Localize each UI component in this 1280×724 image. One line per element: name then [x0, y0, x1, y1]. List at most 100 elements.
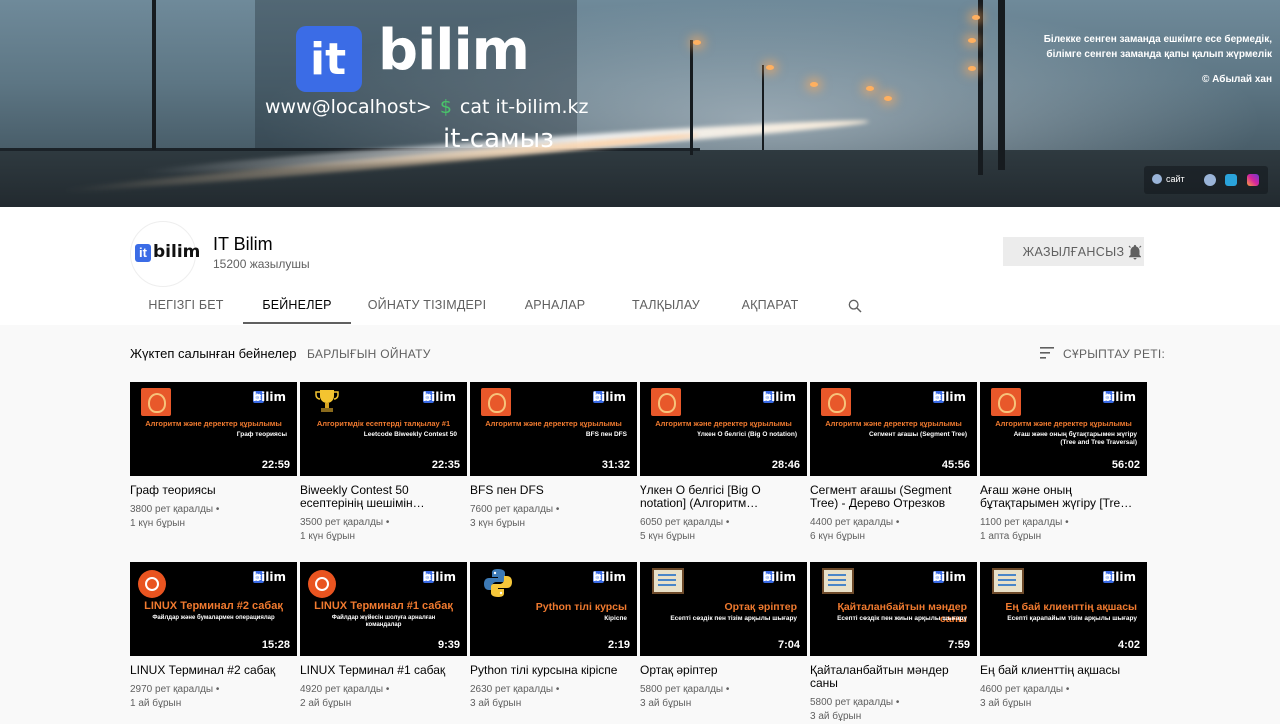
video-title[interactable]: Қайталанбайтын мәндер саны — [810, 664, 977, 690]
video-card[interactable]: it bilim Ортақ әріптер Есепті сөздік пен … — [640, 562, 807, 711]
instagram-icon[interactable] — [1247, 174, 1259, 186]
video-duration: 22:59 — [258, 458, 293, 472]
video-thumbnail[interactable]: it bilim Алгоритм және деректер құрылымы … — [130, 382, 297, 476]
sort-button[interactable]: СҰРЫПТАУ РЕТІ: — [1063, 347, 1165, 361]
tab-channels[interactable]: АРНАЛАР — [506, 290, 604, 324]
video-meta: 5800 рет қаралды • 3 ай бұрын — [810, 697, 900, 722]
whiteboard-icon — [652, 568, 684, 594]
globe-icon — [1152, 174, 1162, 184]
subscriber-count: 15200 жазылушы — [213, 257, 310, 271]
whiteboard-icon — [822, 568, 854, 594]
video-card[interactable]: it bilim LINUX Терминал #1 сабақ Файлдар … — [300, 562, 467, 711]
whiteboard-icon — [992, 568, 1024, 594]
video-thumbnail[interactable]: it bilim Алгоритм және деректер құрылымы … — [980, 382, 1147, 476]
video-duration: 45:56 — [938, 458, 973, 472]
play-all-button[interactable]: БАРЛЫҒЫН ОЙНАТУ — [307, 347, 431, 361]
video-duration: 9:39 — [434, 638, 463, 652]
brain-icon — [141, 388, 171, 416]
video-duration: 7:04 — [774, 638, 803, 652]
channel-name: IT Bilim — [213, 234, 273, 254]
video-title[interactable]: Python тілі курсына кіріспе — [470, 664, 637, 677]
tab-playlists[interactable]: ОЙНАТУ ТІЗІМДЕРІ — [360, 290, 494, 324]
banner-logo-icon: it — [296, 26, 362, 92]
video-meta: 5800 рет қаралды • 3 ай бұрын — [640, 684, 730, 709]
brain-icon — [481, 388, 511, 416]
video-thumbnail[interactable]: it bilim Алгоритм және деректер құрылымы … — [810, 382, 977, 476]
video-meta: 3800 рет қаралды • 1 күн бұрын — [130, 504, 220, 529]
trophy-icon — [315, 390, 339, 412]
banner-slogan: it-самыз — [443, 124, 554, 154]
tab-discussion[interactable]: ТАЛҚЫЛАУ — [617, 290, 715, 324]
video-card[interactable]: it bilim Алгоритм және деректер құрылымы … — [640, 382, 807, 544]
python-icon — [484, 569, 512, 597]
tab-home[interactable]: НЕГІЗГІ БЕТ — [130, 290, 242, 324]
bell-icon[interactable] — [1126, 243, 1144, 261]
video-thumbnail[interactable]: it bilim Ең бай клиенттің ақшасы Есепті қ… — [980, 562, 1147, 656]
video-meta: 7600 рет қаралды • 3 күн бұрын — [470, 504, 560, 529]
video-card[interactable]: it bilim Қайталанбайтын мәндер саны Есепт… — [810, 562, 977, 724]
video-title[interactable]: LINUX Терминал #1 сабақ — [300, 664, 467, 677]
video-meta: 4920 рет қаралды • 2 ай бұрын — [300, 684, 390, 709]
video-thumbnail[interactable]: it bilim LINUX Терминал #2 сабақ Файлдар … — [130, 562, 297, 656]
video-meta: 2630 рет қаралды • 3 ай бұрын — [470, 684, 560, 709]
subscribed-button[interactable]: ЖАЗЫЛҒАНСЫЗ — [1003, 237, 1144, 266]
brain-icon — [991, 388, 1021, 416]
video-card[interactable]: it bilim Ең бай клиенттің ақшасы Есепті қ… — [980, 562, 1147, 711]
sort-icon[interactable] — [1040, 347, 1054, 359]
video-card[interactable]: it bilim Алгоритм және деректер құрылымы … — [980, 382, 1147, 544]
video-card[interactable]: it bilim LINUX Терминал #2 сабақ Файлдар … — [130, 562, 297, 711]
video-thumbnail[interactable]: it bilim Алгоритмдік есептерді талқылау #… — [300, 382, 467, 476]
banner-quote-author: © Абылай хан — [1202, 74, 1272, 85]
video-card[interactable]: it bilim Python тілі курсы Кіріспе 2:19 P… — [470, 562, 637, 711]
telegram-icon[interactable] — [1225, 174, 1237, 186]
section-title: Жүктеп салынған бейнелер — [130, 346, 297, 361]
channel-banner: it bilim www@localhost> $ cat it-bilim.kz … — [0, 0, 1280, 207]
video-duration: 28:46 — [768, 458, 803, 472]
video-title[interactable]: Ортақ әріптер — [640, 664, 807, 677]
brain-icon — [821, 388, 851, 416]
video-meta: 6050 рет қаралды • 5 күн бұрын — [640, 517, 730, 542]
video-duration: 31:32 — [598, 458, 633, 472]
video-duration: 15:28 — [258, 638, 293, 652]
video-meta: 1100 рет қаралды • 1 апта бұрын — [980, 517, 1069, 542]
ubuntu-icon — [138, 570, 166, 598]
ubuntu-icon — [308, 570, 336, 598]
search-icon[interactable] — [847, 298, 863, 314]
tab-videos[interactable]: БЕЙНЕЛЕР — [243, 290, 351, 324]
video-card[interactable]: it bilim Алгоритм және деректер құрылымы … — [130, 382, 297, 531]
video-thumbnail[interactable]: it bilim Алгоритм және деректер құрылымы … — [640, 382, 807, 476]
video-thumbnail[interactable]: it bilim Python тілі курсы Кіріспе 2:19 — [470, 562, 637, 656]
video-thumbnail[interactable]: it bilim Алгоритм және деректер құрылымы … — [470, 382, 637, 476]
video-duration: 56:02 — [1108, 458, 1143, 472]
video-title[interactable]: LINUX Терминал #2 сабақ — [130, 664, 297, 677]
video-title[interactable]: Ең бай клиенттің ақшасы — [980, 664, 1147, 677]
video-card[interactable]: it bilim Алгоритмдік есептерді талқылау #… — [300, 382, 467, 544]
banner-links: сайт — [1144, 166, 1268, 194]
video-duration: 2:19 — [604, 638, 633, 652]
tab-about[interactable]: АҚПАРАТ — [726, 290, 814, 324]
video-title[interactable]: Biweekly Contest 50 есептерінің шешімін… — [300, 484, 467, 510]
video-card[interactable]: it bilim Алгоритм және деректер құрылымы … — [470, 382, 637, 531]
video-meta: 4600 рет қаралды • 3 ай бұрын — [980, 684, 1070, 709]
video-thumbnail[interactable]: it bilim Ортақ әріптер Есепті сөздік пен … — [640, 562, 807, 656]
avatar[interactable]: it bilim — [130, 221, 200, 287]
brain-icon — [651, 388, 681, 416]
video-meta: 3500 рет қаралды • 1 күн бұрын — [300, 517, 390, 542]
video-meta: 2970 рет қаралды • 1 ай бұрын — [130, 684, 220, 709]
banner-quote: Білекке сенген заманда ешкімге есе берме… — [1043, 34, 1272, 60]
video-title[interactable]: Үлкен O белгісі [Big O notation] (Алгори… — [640, 484, 807, 510]
video-title[interactable]: Граф теориясы — [130, 484, 297, 497]
video-duration: 7:59 — [944, 638, 973, 652]
globe-icon[interactable] — [1204, 174, 1216, 186]
site-link[interactable]: сайт — [1152, 174, 1185, 184]
video-card[interactable]: it bilim Алгоритм және деректер құрылымы … — [810, 382, 977, 544]
video-duration: 4:02 — [1114, 638, 1143, 652]
video-thumbnail[interactable]: it bilim Қайталанбайтын мәндер саны Есепт… — [810, 562, 977, 656]
banner-brand: bilim — [378, 18, 530, 83]
video-title[interactable]: BFS пен DFS — [470, 484, 637, 497]
video-title[interactable]: Сегмент ағашы (Segment Tree) - Дерево От… — [810, 484, 977, 510]
video-thumbnail[interactable]: it bilim LINUX Терминал #1 сабақ Файлдар … — [300, 562, 467, 656]
video-title[interactable]: Ағаш және оның бұтақтарымен жүгіру [Tre… — [980, 484, 1147, 510]
banner-command: www@localhost> $ cat it-bilim.kz — [265, 96, 589, 118]
video-duration: 22:35 — [428, 458, 463, 472]
